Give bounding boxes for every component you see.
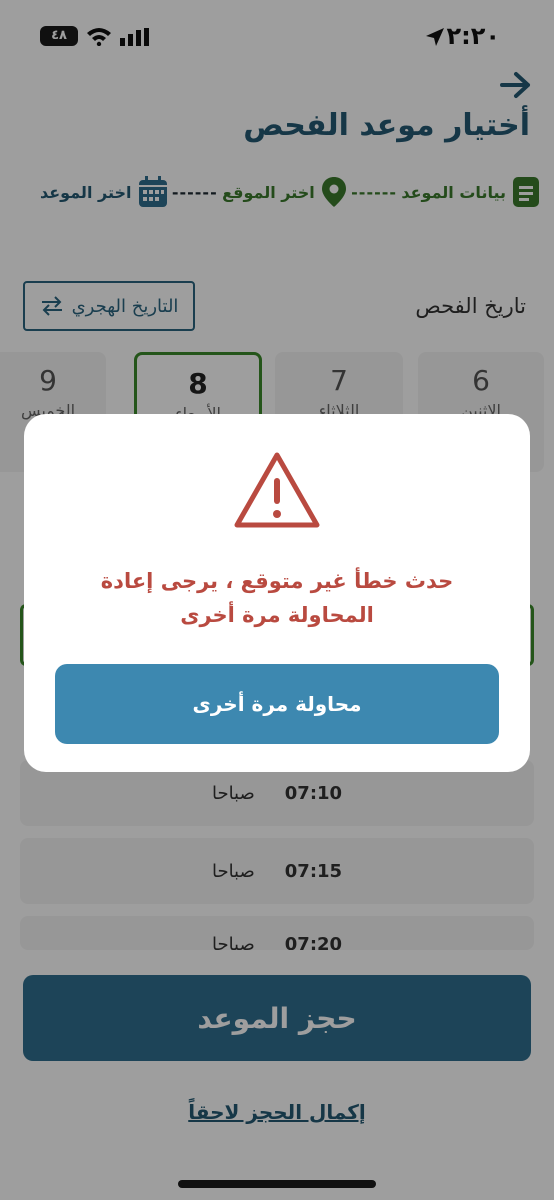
home-indicator xyxy=(178,1180,376,1188)
error-message: حدث خطأ غير متوقع ، يرجى إعادة المحاولة … xyxy=(100,569,454,627)
warning-icon xyxy=(234,452,320,528)
retry-button[interactable]: محاولة مرة أخرى xyxy=(55,664,499,744)
error-dialog: حدث خطأ غير متوقع ، يرجى إعادة المحاولة … xyxy=(24,414,530,772)
